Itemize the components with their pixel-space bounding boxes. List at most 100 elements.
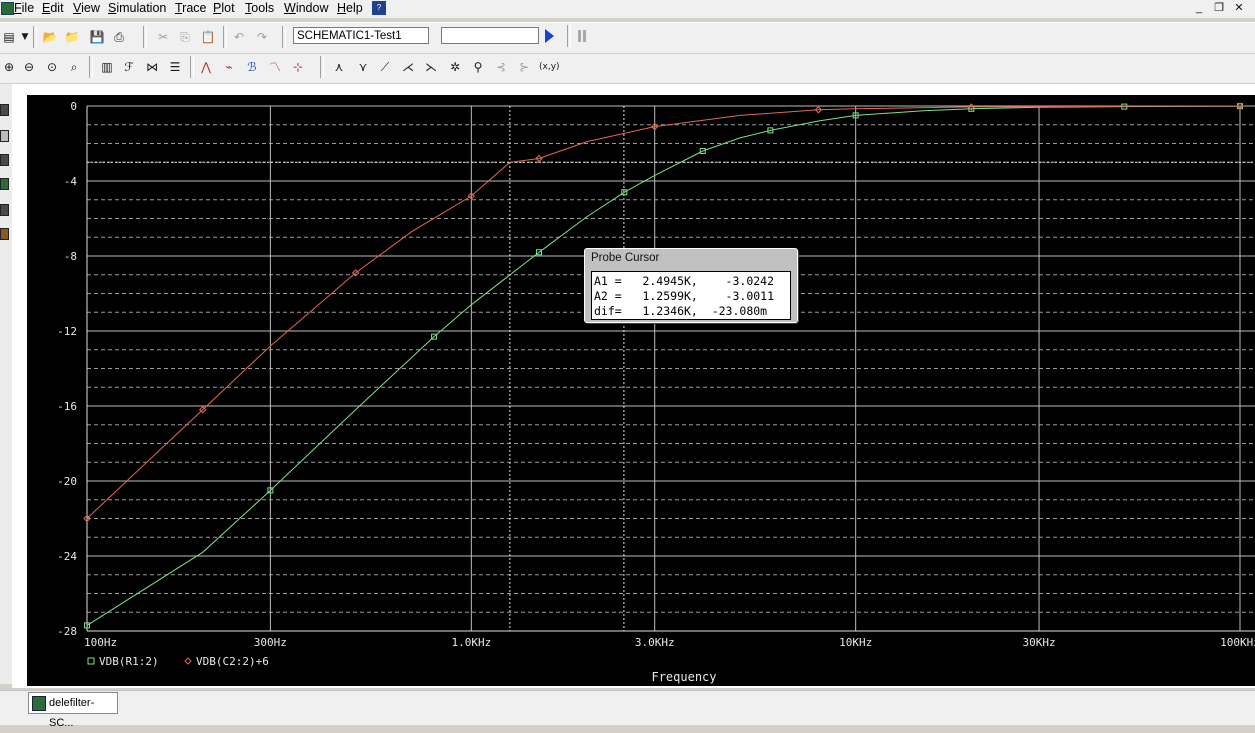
dock-item-icon[interactable] bbox=[0, 154, 9, 166]
probe-cursor-values: A1 = 2.4945K, -3.0242 A2 = 1.2599K, -3.0… bbox=[591, 271, 791, 320]
cursor-prev-transition-icon[interactable]: ⊱ bbox=[515, 58, 533, 76]
cursor-point-icon[interactable]: ✲ bbox=[446, 58, 464, 76]
cursor-search-icon[interactable]: ⚲ bbox=[469, 58, 487, 76]
x-tick-label: 100KHz bbox=[1220, 636, 1255, 649]
probe-cursor-window[interactable]: Probe Cursor A1 = 2.4945K, -3.0242 A2 = … bbox=[584, 248, 798, 323]
toolbar-separator bbox=[190, 56, 194, 78]
menu-label: ools bbox=[251, 1, 275, 15]
menu-label: dit bbox=[50, 1, 64, 15]
mark-label-icon[interactable]: (x,y) bbox=[539, 58, 560, 76]
menu-mnemonic: V bbox=[73, 1, 82, 15]
menu-bar: File Edit View Simulation Trace Plot Tools Wind… bbox=[0, 0, 1255, 18]
cursor-peak-icon[interactable]: ⋏ bbox=[330, 58, 348, 76]
cursor-max-icon[interactable]: ⋋ bbox=[422, 58, 440, 76]
probe-chart[interactable]: 0 -4 -8 -12 -16 -20 -24 -28 100Hz 300Hz 1.0KHz 3.0K… bbox=[27, 95, 1255, 686]
legend-square-marker bbox=[87, 657, 95, 665]
x-tick-label: 1.0KHz bbox=[451, 636, 491, 649]
schematic-selector[interactable]: SCHEMATIC1-Test1 bbox=[293, 27, 429, 44]
plot-area[interactable]: 0 -4 -8 -12 -16 -20 -24 -28 100Hz 300Hz 1.0KHz 3.0K… bbox=[27, 95, 1255, 686]
menu-label: indow bbox=[295, 1, 329, 15]
log-x-axis-icon[interactable]: ▥ bbox=[98, 58, 116, 76]
schematic-window-icon bbox=[32, 696, 46, 711]
zoom-out-icon[interactable]: ⊖ bbox=[20, 58, 38, 76]
x-tick-label: 100Hz bbox=[84, 636, 117, 649]
open-file-icon[interactable]: 📁 bbox=[63, 28, 81, 46]
menu-view[interactable]: View bbox=[73, 1, 100, 15]
zoom-fit-icon[interactable]: ⌕ bbox=[65, 58, 83, 76]
toolbar-separator bbox=[282, 26, 286, 48]
cursor-next-transition-icon[interactable]: ⊰ bbox=[492, 58, 510, 76]
add-trace-icon[interactable]: ⋀ bbox=[197, 58, 215, 76]
toolbar-separator bbox=[143, 26, 147, 48]
y-tick-label: -16 bbox=[57, 400, 77, 413]
menu-trace[interactable]: Trace bbox=[175, 1, 207, 15]
menu-tools[interactable]: Tools bbox=[245, 1, 274, 15]
redo-icon[interactable]: ↷ bbox=[253, 28, 271, 46]
menu-mnemonic: H bbox=[337, 1, 347, 15]
print-icon[interactable]: ⎙ bbox=[110, 28, 128, 46]
paste-icon[interactable]: 📋 bbox=[199, 28, 217, 46]
menu-label: iew bbox=[81, 1, 100, 15]
toolbar-separator bbox=[89, 56, 93, 78]
menu-mnemonic: W bbox=[284, 1, 296, 15]
legend-diamond-marker bbox=[184, 657, 192, 665]
toolbar-separator bbox=[223, 26, 227, 48]
zoom-area-icon[interactable]: ⊙ bbox=[43, 58, 61, 76]
performance-analysis-icon[interactable]: ⋈ bbox=[143, 58, 161, 76]
legend-entry-label: VDB(C2:2)+6 bbox=[196, 655, 269, 668]
menu-label: race bbox=[182, 1, 207, 15]
new-dropdown-icon[interactable]: ▼ bbox=[16, 28, 34, 46]
zoom-in-icon[interactable]: ⊕ bbox=[0, 58, 18, 76]
close-button[interactable]: ✕ bbox=[1231, 2, 1247, 16]
mark-data-points-icon[interactable]: ⊹ bbox=[289, 58, 307, 76]
dock-item-icon[interactable] bbox=[0, 130, 9, 142]
y-tick-label: -24 bbox=[57, 550, 77, 563]
window-taskbar: delefilter-SC... bbox=[0, 690, 1255, 729]
toggle-cursor-icon[interactable]: 〽 bbox=[266, 58, 284, 76]
undo-icon[interactable]: ↶ bbox=[230, 28, 248, 46]
probe-cursor-title: Probe Cursor bbox=[591, 252, 660, 264]
menu-window[interactable]: Window bbox=[284, 1, 328, 15]
log-y-axis-icon[interactable]: ☰ bbox=[166, 58, 184, 76]
series-line-0 bbox=[86, 105, 1241, 626]
menu-plot[interactable]: Plot bbox=[213, 1, 235, 15]
window-controls: _ ❐ ✕ bbox=[1185, 0, 1255, 18]
pause-simulation-icon[interactable] bbox=[577, 30, 587, 42]
run-simulation-icon[interactable] bbox=[545, 29, 554, 43]
menu-label: lot bbox=[221, 1, 235, 15]
eval-goal-function-icon[interactable]: ⌁ bbox=[220, 58, 238, 76]
y-tick-label: 0 bbox=[70, 100, 77, 113]
y-tick-label: -8 bbox=[64, 250, 77, 263]
restore-button[interactable]: ❐ bbox=[1211, 2, 1227, 16]
menu-edit[interactable]: Edit bbox=[42, 1, 64, 15]
menu-help[interactable]: Help bbox=[337, 1, 363, 15]
menu-label: elp bbox=[346, 1, 363, 15]
simulation-profile-field[interactable] bbox=[441, 27, 539, 44]
dock-item-icon[interactable] bbox=[0, 178, 9, 190]
copy-icon[interactable]: ⎘ bbox=[176, 28, 194, 46]
cut-icon[interactable]: ✂ bbox=[154, 28, 172, 46]
open-folder-icon[interactable]: 📂 bbox=[41, 28, 59, 46]
legend-entry-label: VDB(R1:2) bbox=[99, 655, 159, 668]
app-icon[interactable] bbox=[1, 2, 14, 15]
cursor-difference-readout: dif= 1.2346K, -23.080m bbox=[594, 304, 768, 318]
dock-item-icon[interactable] bbox=[0, 228, 9, 240]
menu-simulation[interactable]: Simulation bbox=[108, 1, 166, 15]
context-help-icon[interactable]: ? bbox=[372, 1, 386, 15]
dock-item-icon[interactable] bbox=[0, 204, 9, 216]
cursor-trough-icon[interactable]: ⋎ bbox=[354, 58, 372, 76]
dock-item-icon[interactable] bbox=[0, 104, 9, 116]
save-icon[interactable]: 💾 bbox=[88, 28, 106, 46]
minimize-button[interactable]: _ bbox=[1191, 2, 1207, 16]
menu-file[interactable]: File bbox=[14, 1, 34, 15]
toolbar-separator bbox=[320, 56, 324, 78]
add-plot-icon[interactable]: ℬ bbox=[243, 58, 261, 76]
taskbar-window-button[interactable]: delefilter-SC... bbox=[28, 692, 118, 729]
cursor-slope-icon[interactable]: ⟋ bbox=[376, 58, 394, 76]
fourier-icon[interactable]: ℱ bbox=[120, 58, 138, 76]
x-axis-label: Frequency bbox=[651, 670, 716, 684]
x-tick-label: 300Hz bbox=[254, 636, 287, 649]
cursor-min-icon[interactable]: ⋌ bbox=[399, 58, 417, 76]
standard-toolbar: ▤ ▼ 📂 📁 💾 ⎙ ✂ ⎘ 📋 ↶ ↷ bbox=[0, 22, 1255, 53]
x-tick-label: 10KHz bbox=[839, 636, 872, 649]
